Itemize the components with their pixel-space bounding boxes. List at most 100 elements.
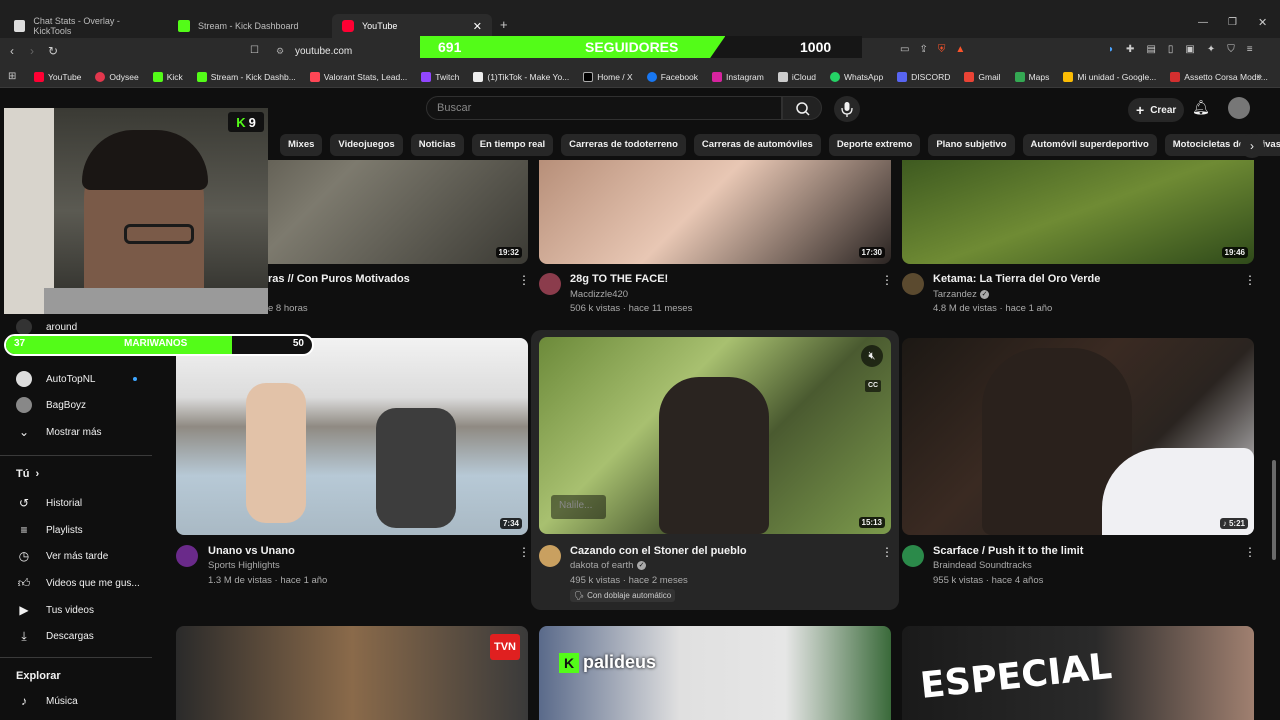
channel-avatar[interactable] bbox=[539, 545, 561, 567]
bookmark-item[interactable]: Kick bbox=[152, 71, 183, 82]
video-thumbnail[interactable]: 19:46 bbox=[902, 160, 1254, 264]
more-options-icon[interactable]: ⋮ bbox=[518, 545, 530, 559]
video-thumbnail[interactable]: ♪ 5:21 bbox=[902, 338, 1254, 535]
channel-name[interactable]: Macdizzle420 bbox=[570, 289, 628, 300]
chip[interactable]: Mixes bbox=[280, 134, 323, 156]
close-icon[interactable]: ✕ bbox=[473, 20, 482, 33]
reload-icon[interactable]: ↻ bbox=[48, 44, 58, 58]
site-info-icon[interactable]: ⚙ bbox=[276, 46, 284, 57]
minimize-icon[interactable]: — bbox=[1198, 17, 1208, 28]
channel-name[interactable]: Sports Highlights bbox=[208, 560, 280, 571]
share-icon[interactable]: ⇪ bbox=[919, 44, 927, 55]
tab-chat-stats[interactable]: Chat Stats - Overlay - KickTools bbox=[4, 14, 164, 38]
video-preview[interactable]: Nalile... 🔇︎ CC 15:13 bbox=[539, 337, 891, 534]
channel-avatar[interactable] bbox=[176, 545, 198, 567]
tab-kick-dashboard[interactable]: Stream - Kick Dashboard bbox=[168, 14, 332, 38]
sidebar-item-downloads[interactable]: ⤓ Descargas bbox=[16, 628, 93, 644]
vpn-icon[interactable]: ⛉ bbox=[1227, 44, 1235, 55]
video-thumbnail[interactable]: 17:30 bbox=[539, 160, 891, 264]
chips-next-button[interactable]: › bbox=[1240, 134, 1264, 158]
show-more-button[interactable]: ⌄ Mostrar más bbox=[16, 424, 102, 440]
forward-icon[interactable]: › bbox=[30, 44, 34, 58]
video-title[interactable]: Unano vs Unano bbox=[208, 545, 295, 557]
sidebar-item-playlists[interactable]: ≡ Playlists bbox=[16, 522, 82, 538]
channel-name[interactable]: dakota of earth bbox=[570, 560, 633, 571]
sidebar-item-your-videos[interactable]: ▶ Tus videos bbox=[16, 602, 94, 618]
channel-name[interactable]: Tarzandez bbox=[933, 289, 977, 300]
bookmark-item[interactable]: Stream - Kick Dashb... bbox=[196, 71, 296, 82]
bookmark-item[interactable]: Instagram bbox=[712, 71, 764, 82]
bookmark-item[interactable]: WhatsApp bbox=[829, 71, 883, 82]
bookmark-item[interactable]: Mi unidad - Google... bbox=[1063, 71, 1156, 82]
mute-icon[interactable]: 🔇︎ bbox=[861, 345, 883, 367]
extensions-icon[interactable]: ✚ bbox=[1126, 44, 1134, 55]
wallet-icon[interactable]: ▣ bbox=[1185, 44, 1194, 55]
voice-search-button[interactable] bbox=[834, 96, 860, 122]
brave-shield-icon[interactable]: ⛨ bbox=[938, 44, 946, 55]
channel-avatar[interactable] bbox=[539, 273, 561, 295]
chip[interactable]: Deporte extremo bbox=[828, 134, 921, 156]
sidebar-item-autotopnl[interactable]: AutoTopNL bbox=[16, 371, 138, 387]
sidebar-item-around[interactable]: around bbox=[16, 319, 77, 335]
more-options-icon[interactable]: ⋮ bbox=[881, 545, 893, 559]
tab-youtube[interactable]: YouTube ✕ bbox=[332, 14, 492, 38]
apps-grid-icon[interactable]: ⊞ bbox=[8, 71, 16, 82]
chip[interactable]: Carreras de todoterreno bbox=[561, 134, 686, 156]
video-thumbnail[interactable]: K palideus bbox=[539, 626, 891, 720]
reader-icon[interactable]: ▤ bbox=[1146, 44, 1155, 55]
bookmark-item[interactable]: Facebook bbox=[646, 71, 698, 82]
bookmark-icon[interactable]: ☐ bbox=[250, 45, 259, 56]
bookmark-item[interactable]: Valorant Stats, Lead... bbox=[309, 71, 407, 82]
chip[interactable]: Noticias bbox=[410, 134, 464, 156]
leo-icon[interactable]: ✦ bbox=[1207, 44, 1215, 55]
more-bookmarks-icon[interactable]: » bbox=[1256, 71, 1262, 82]
sidebar-item-music[interactable]: ♪ Música bbox=[16, 693, 78, 709]
bookmark-item[interactable]: Home / X bbox=[583, 71, 633, 82]
close-window-icon[interactable]: ✕ bbox=[1258, 16, 1267, 29]
captions-icon[interactable]: CC bbox=[865, 380, 881, 392]
bookmark-item[interactable]: (1)TikTok - Make Yo... bbox=[473, 71, 569, 82]
sidebar-item-watch-later[interactable]: ◷ Ver más tarde bbox=[16, 548, 109, 564]
video-thumbnail[interactable]: 7:34 bbox=[176, 338, 528, 535]
bookmark-item[interactable]: Twitch bbox=[421, 71, 459, 82]
sidebar-item-liked[interactable]: 👍︎ Videos que me gus... bbox=[16, 575, 140, 591]
bookmark-item[interactable]: DISCORD bbox=[897, 71, 950, 82]
video-thumbnail[interactable]: TVN bbox=[176, 626, 528, 720]
bookmark-item[interactable]: Gmail bbox=[964, 71, 1001, 82]
chip[interactable]: En tiempo real bbox=[471, 134, 554, 156]
bookmark-item[interactable]: iCloud bbox=[777, 71, 816, 82]
more-options-icon[interactable]: ⋮ bbox=[1244, 273, 1256, 287]
video-title[interactable]: Ketama: La Tierra del Oro Verde bbox=[933, 273, 1100, 285]
back-icon[interactable]: ‹ bbox=[10, 44, 14, 58]
video-title[interactable]: 28g TO THE FACE! bbox=[570, 273, 668, 285]
chip[interactable]: Automóvil superdeportivo bbox=[1022, 134, 1157, 156]
video-thumbnail[interactable]: ESPECIAL bbox=[902, 626, 1254, 720]
notifications-icon[interactable]: 🔔︎ bbox=[1192, 99, 1210, 116]
bookmark-item[interactable]: YouTube bbox=[34, 71, 81, 82]
video-title[interactable]: Cazando con el Stoner del pueblo bbox=[570, 545, 747, 557]
new-tab-icon[interactable]: + bbox=[500, 17, 508, 32]
more-options-icon[interactable]: ⋮ bbox=[518, 273, 530, 287]
channel-avatar[interactable] bbox=[902, 545, 924, 567]
bookmark-item[interactable]: Assetto Corsa Mods... bbox=[1170, 71, 1268, 82]
sidebar-item-bagboyz[interactable]: BagBoyz bbox=[16, 397, 86, 413]
chip[interactable]: Plano subjetivo bbox=[928, 134, 1015, 156]
chip[interactable]: Videojuegos bbox=[330, 134, 403, 156]
channel-avatar[interactable] bbox=[902, 273, 924, 295]
menu-icon[interactable]: ≡ bbox=[1247, 44, 1253, 55]
video-title[interactable]: ras // Con Puros Motivados bbox=[268, 273, 410, 285]
chip[interactable]: Carreras de automóviles bbox=[693, 134, 821, 156]
sidebar-item-history[interactable]: ↺ Historial bbox=[16, 495, 82, 511]
rewards-icon[interactable]: ▲ bbox=[955, 44, 965, 55]
channel-name[interactable]: Braindead Soundtracks bbox=[933, 560, 1032, 571]
url-text[interactable]: youtube.com bbox=[295, 46, 352, 57]
scrollbar-thumb[interactable] bbox=[1272, 460, 1276, 560]
bookmark-item[interactable]: Maps bbox=[1014, 71, 1049, 82]
sidebar-icon[interactable]: ▯ bbox=[1168, 44, 1174, 55]
more-options-icon[interactable]: ⋮ bbox=[1244, 545, 1256, 559]
more-options-icon[interactable]: ⋮ bbox=[881, 273, 893, 287]
create-button[interactable]: + Crear bbox=[1128, 98, 1185, 122]
cast-icon[interactable]: ▭ bbox=[900, 44, 909, 55]
restore-icon[interactable]: ❐ bbox=[1228, 17, 1237, 28]
video-title[interactable]: Scarface / Push it to the limit bbox=[933, 545, 1083, 557]
